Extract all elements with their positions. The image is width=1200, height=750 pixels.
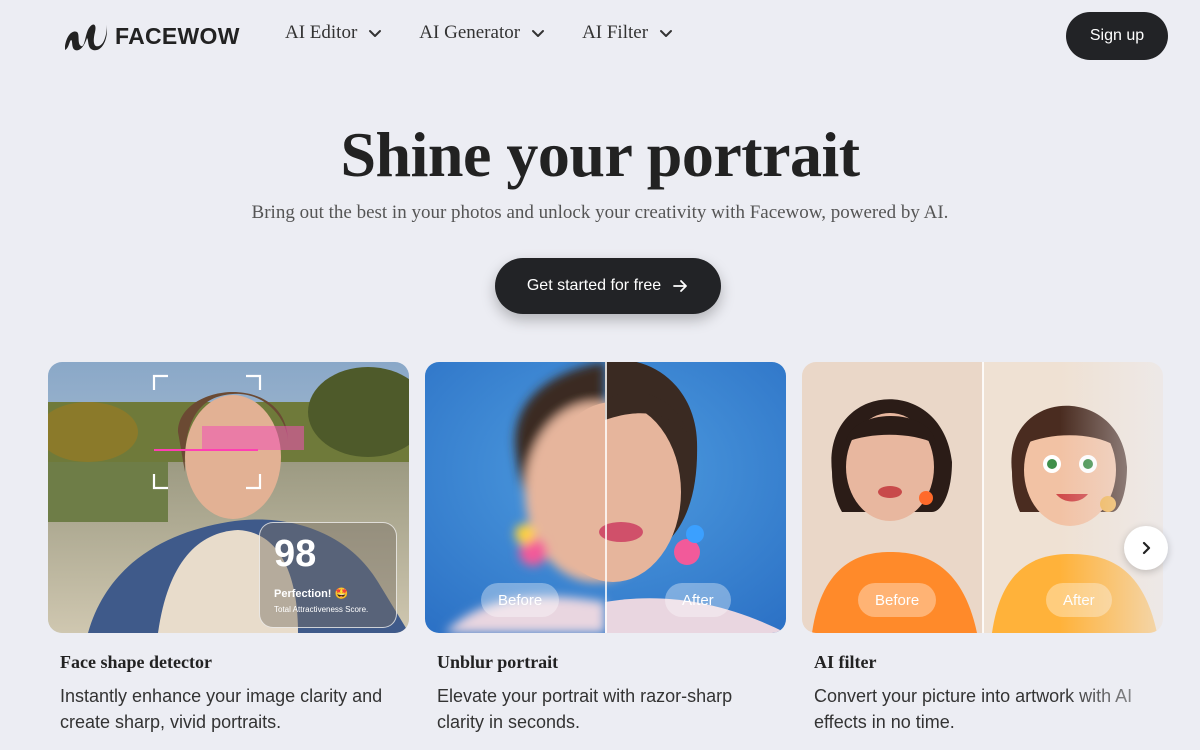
face-shape-image: 98 Perfection! 🤩 Total Attractiveness Sc…: [48, 362, 409, 633]
hero-title: Shine your portrait: [340, 119, 860, 190]
after-label: After: [1046, 583, 1112, 617]
facewow-logo-icon: [65, 24, 107, 51]
chevron-right-icon: [1142, 541, 1151, 555]
get-started-button[interactable]: Get started for free: [495, 258, 721, 314]
main-nav: AI Editor AI Generator AI Filter: [285, 22, 674, 44]
nav-item-ai-filter[interactable]: AI Filter: [582, 22, 674, 44]
ai-filter-image: Before After: [802, 362, 1163, 633]
nav-item-label: AI Filter: [582, 22, 649, 43]
card-title: Face shape detector: [60, 652, 212, 672]
unblur-image: Before After: [425, 362, 786, 633]
card-description: Elevate your portrait with razor-sharp c…: [437, 686, 733, 732]
chevron-down-icon: [660, 30, 673, 37]
card-description: Instantly enhance your image clarity and…: [60, 686, 383, 732]
nav-item-label: AI Editor: [285, 22, 358, 43]
card-title: AI filter: [814, 652, 877, 672]
get-started-label: Get started for free: [526, 277, 662, 294]
feature-card-unblur[interactable]: Before After Unblur portrait Elevate you…: [425, 362, 786, 735]
nav-item-ai-generator[interactable]: AI Generator: [419, 22, 546, 44]
before-label: Before: [858, 583, 937, 617]
after-label: After: [665, 583, 731, 617]
nav-item-ai-editor[interactable]: AI Editor: [285, 22, 383, 44]
score-value: 98: [274, 533, 317, 575]
nav-item-label: AI Generator: [419, 22, 521, 43]
carousel-next-button[interactable]: [1124, 526, 1168, 570]
chevron-down-icon: [532, 30, 545, 37]
before-after-divider[interactable]: [605, 362, 607, 633]
attractiveness-score-card: 98 Perfection! 🤩 Total Attractiveness Sc…: [259, 522, 397, 628]
brand-name: FACEWOW: [115, 22, 240, 49]
header: FACEWOW AI Editor AI Generator AI Filter…: [0, 0, 1200, 72]
card-description: Convert your picture into artwork with A…: [814, 686, 1133, 732]
feature-card-face-shape[interactable]: 98 Perfection! 🤩 Total Attractiveness Sc…: [48, 362, 409, 735]
brand-logo[interactable]: FACEWOW: [63, 20, 240, 52]
signup-button[interactable]: Sign up: [1066, 12, 1168, 60]
chevron-down-icon: [369, 30, 382, 37]
score-caption: Total Attractiveness Score.: [274, 605, 369, 614]
feature-card-ai-filter[interactable]: Before After AI filter Convert your pict…: [802, 362, 1163, 735]
score-label: Perfection! 🤩: [274, 588, 349, 600]
arrow-right-icon: [673, 280, 688, 292]
hero-subtitle: Bring out the best in your photos and un…: [251, 202, 949, 223]
before-label: Before: [481, 583, 560, 617]
card-title: Unblur portrait: [437, 652, 559, 672]
